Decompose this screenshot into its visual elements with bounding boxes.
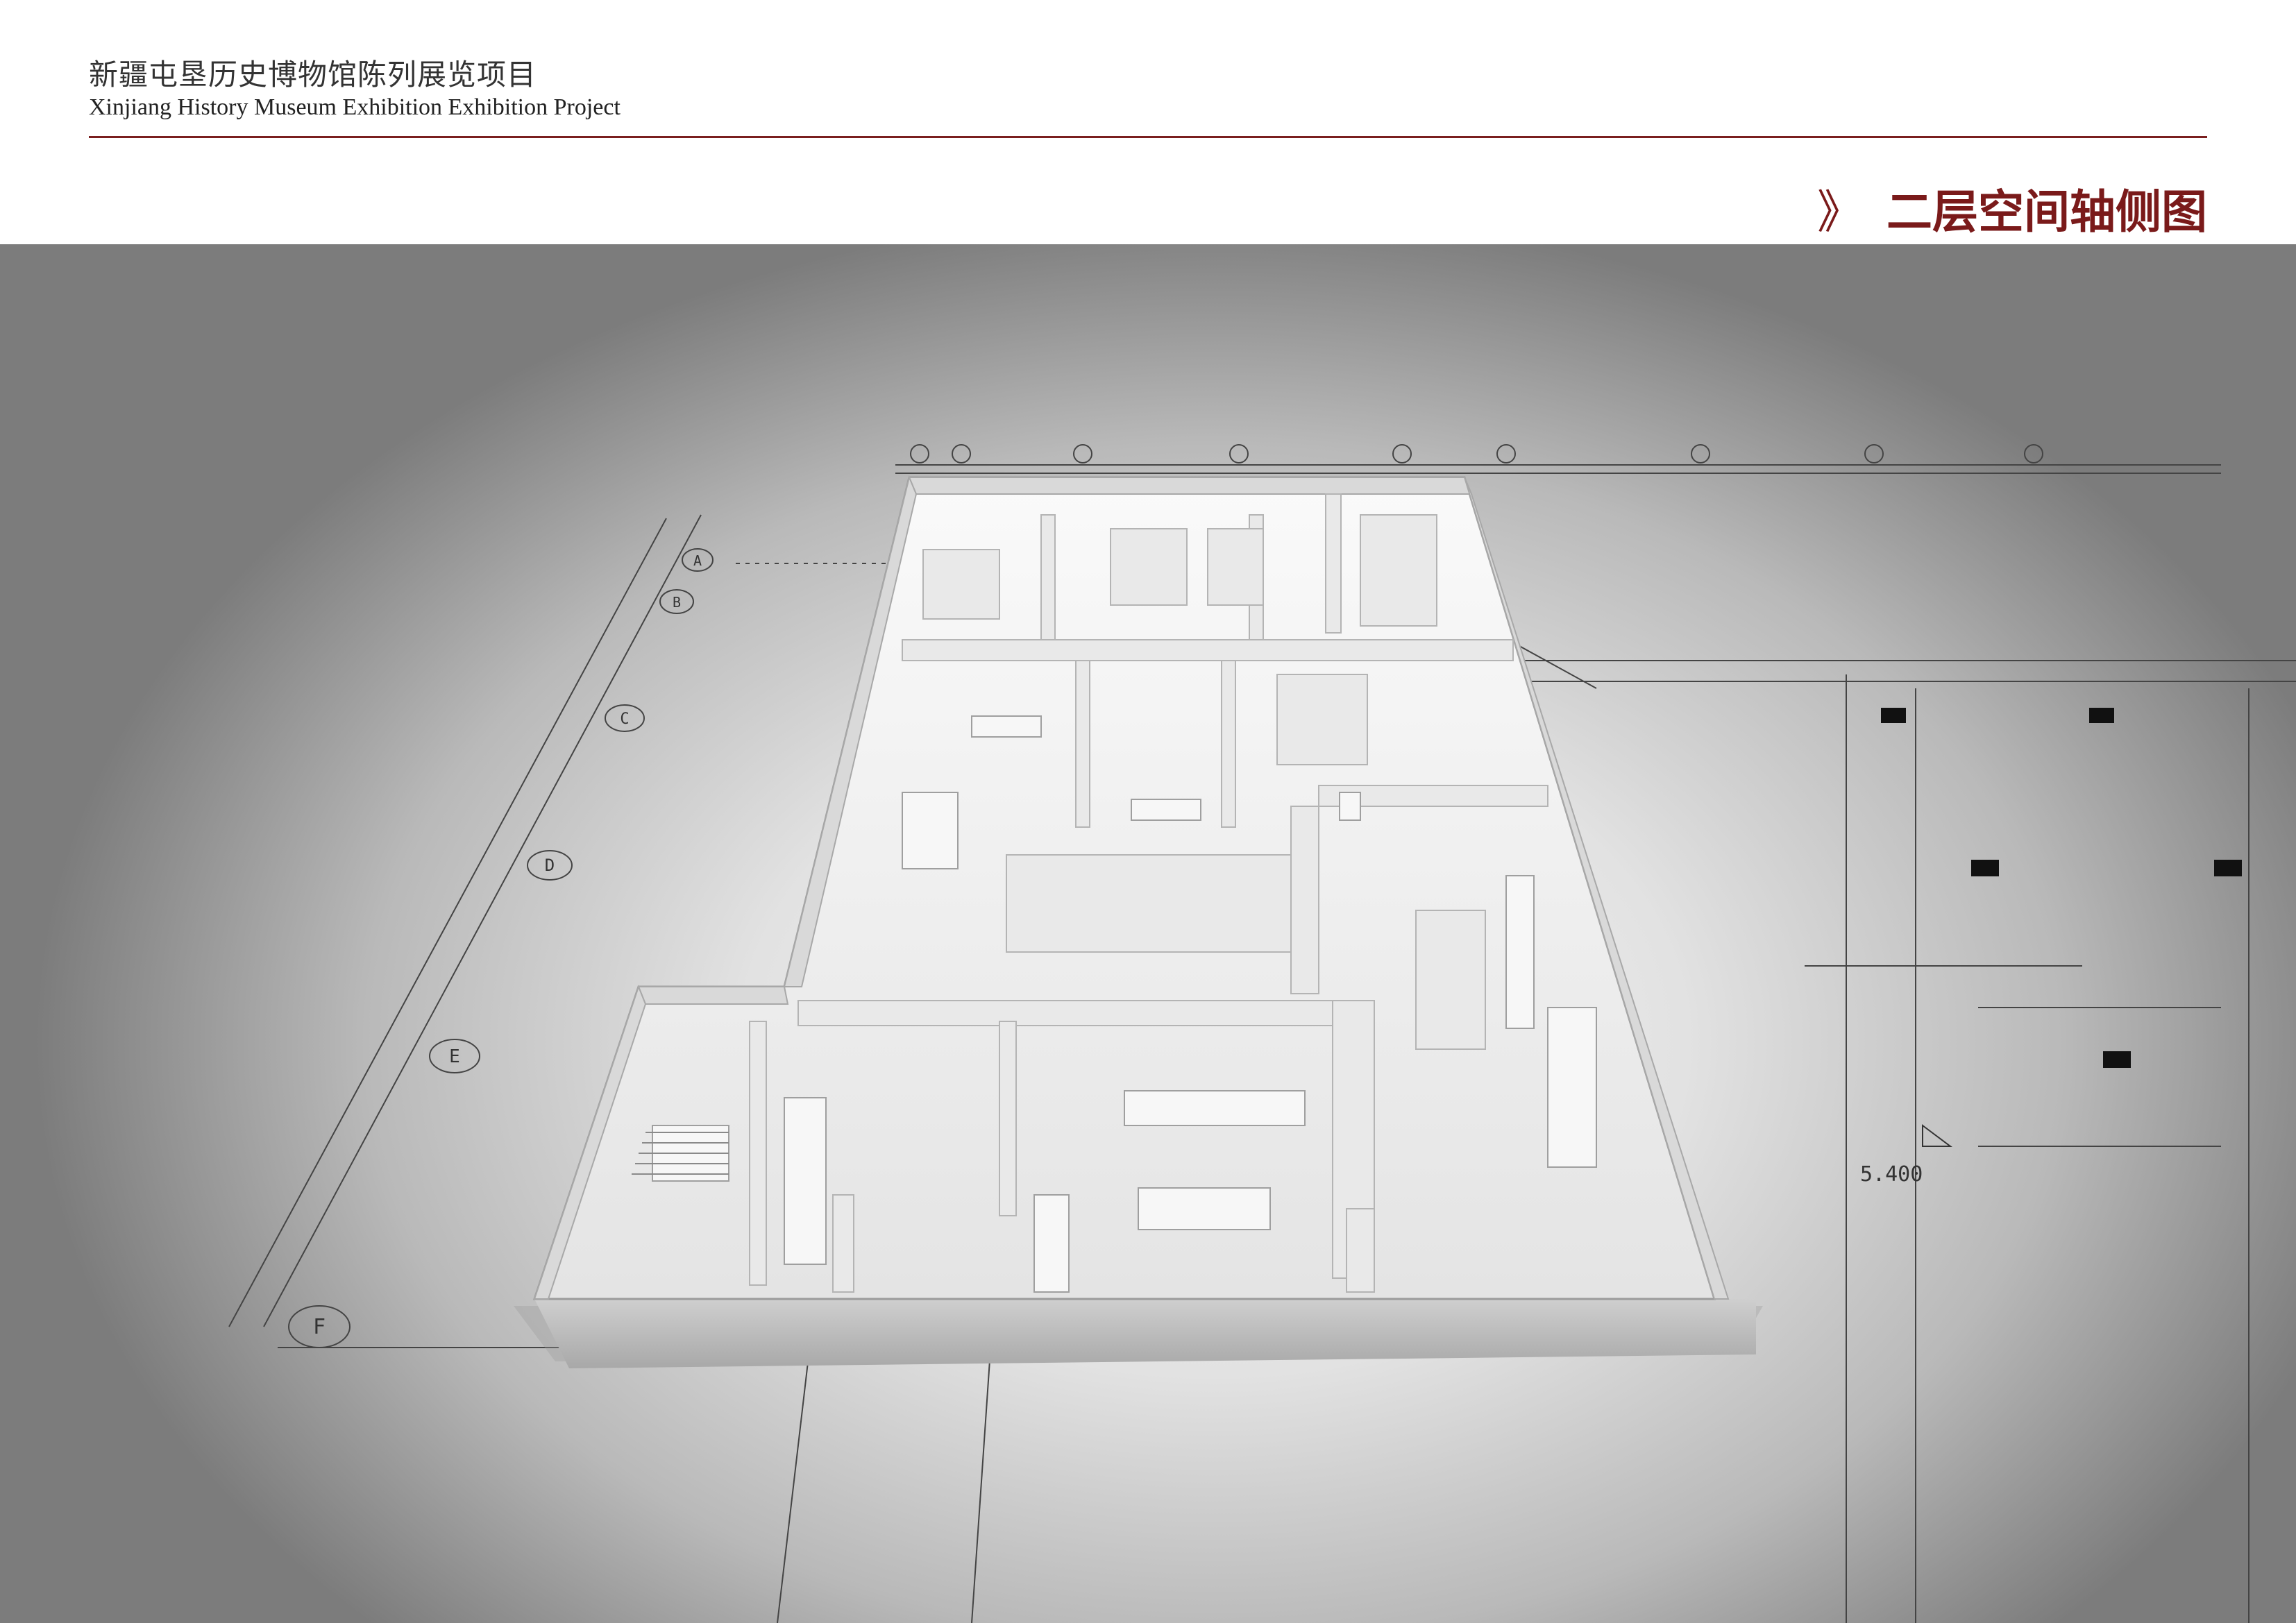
axis-markers-top [910, 444, 2043, 464]
svg-text:B: B [673, 594, 681, 611]
column-blocks [1881, 708, 2242, 1068]
building-model [514, 475, 1763, 1368]
section-title-text: 二层空间轴侧图 [1886, 185, 2207, 239]
project-title-en: Xinjiang History Museum Exhibition Exhib… [89, 94, 621, 120]
axis-marker: E [429, 1039, 480, 1073]
svg-text:E: E [449, 1046, 460, 1067]
axis-marker: B [659, 589, 694, 614]
axis-marker: C [605, 704, 645, 732]
project-title-cn: 新疆屯垦历史博物馆陈列展览项目 [89, 58, 537, 92]
chevron-icon: 》 [1817, 185, 1863, 239]
svg-text:5.400: 5.400 [1860, 1162, 1923, 1187]
section-title: 》 二层空间轴侧图 [1817, 175, 2207, 241]
axis-marker: A [682, 548, 714, 572]
axis-marker: F [288, 1305, 351, 1348]
svg-text:C: C [620, 711, 629, 728]
svg-text:F: F [313, 1315, 326, 1339]
elevation-marker: 5.400 [1860, 1124, 1952, 1187]
floor-plan-axonometric: A B C D E F 5.400 [228, 444, 2296, 1623]
header-divider [89, 136, 2207, 138]
svg-text:A: A [693, 552, 702, 569]
svg-text:D: D [545, 856, 555, 875]
page-header: 新疆屯垦历史博物馆陈列展览项目 Xinjiang History Museum … [0, 0, 2296, 244]
axonometric-render: A B C D E F 5.400 [0, 244, 2296, 1623]
axis-marker: D [527, 850, 573, 881]
